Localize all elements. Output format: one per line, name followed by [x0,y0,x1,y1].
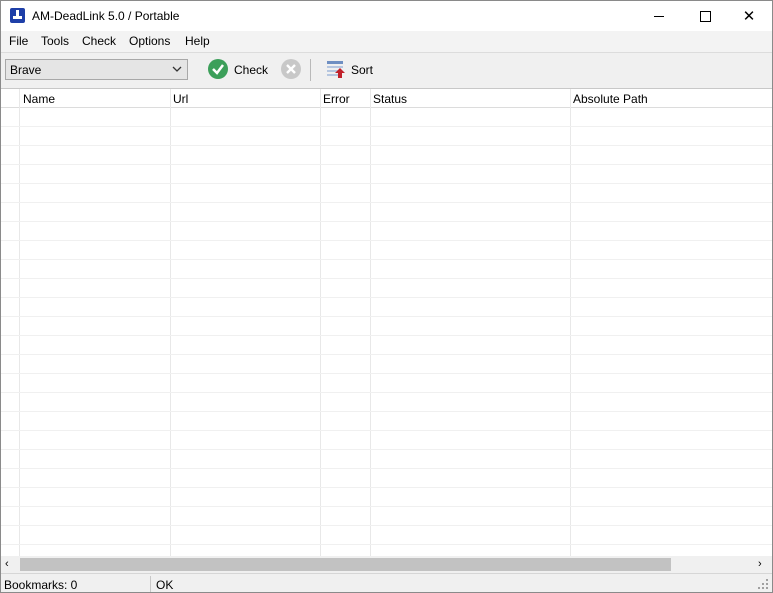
row-divider [1,373,772,374]
resize-grip-icon[interactable] [757,578,769,590]
toolbar: Brave Check Sort [1,52,772,89]
row-divider [1,240,772,241]
app-icon [10,8,25,23]
title-bar[interactable]: AM-DeadLink 5.0 / Portable ✕ [1,1,772,31]
menu-file[interactable]: File [9,34,28,48]
row-divider [1,487,772,488]
menu-tools[interactable]: Tools [41,34,69,48]
browser-select-value: Brave [10,63,42,77]
close-icon: ✕ [742,8,756,25]
sort-button-label[interactable]: Sort [351,63,373,77]
row-divider [1,411,772,412]
stop-circle-icon[interactable] [281,59,301,79]
bookmark-table[interactable]: Name Url Error Status Absolute Path [1,88,772,557]
close-button[interactable]: ✕ [726,1,772,31]
column-header-status[interactable]: Status [373,92,407,106]
app-window: AM-DeadLink 5.0 / Portable ✕ File Tools … [0,0,773,593]
row-divider [1,335,772,336]
sort-icon[interactable] [326,60,346,78]
maximize-button[interactable] [682,1,728,31]
row-divider [1,183,772,184]
check-circle-icon[interactable] [208,59,228,79]
row-divider [1,392,772,393]
scroll-right-icon[interactable]: › [758,558,762,570]
row-divider [1,316,772,317]
bookmark-count: Bookmarks: 0 [4,578,78,592]
row-divider [1,449,772,450]
column-header-absolute-path[interactable]: Absolute Path [573,92,648,106]
row-divider [1,145,772,146]
row-divider [1,278,772,279]
row-divider [1,126,772,127]
row-divider [1,430,772,431]
menu-check[interactable]: Check [82,34,116,48]
check-button-label[interactable]: Check [234,63,268,77]
chevron-down-icon [172,66,182,72]
row-divider [1,468,772,469]
minimize-button[interactable] [636,1,682,31]
row-divider [1,354,772,355]
browser-select[interactable]: Brave [5,59,188,80]
column-header-name[interactable]: Name [23,92,55,106]
row-divider [1,544,772,545]
row-divider [1,202,772,203]
column-header-url[interactable]: Url [173,92,188,106]
horizontal-scrollbar[interactable]: ‹ › [1,556,772,573]
row-divider [1,259,772,260]
column-header-error[interactable]: Error [323,92,350,106]
table-header: Name Url Error Status Absolute Path [1,89,772,108]
row-divider [1,525,772,526]
scrollbar-thumb[interactable] [20,558,671,571]
scroll-left-icon[interactable]: ‹ [5,558,9,570]
row-divider [1,221,772,222]
menu-help[interactable]: Help [185,34,210,48]
window-title: AM-DeadLink 5.0 / Portable [32,9,180,23]
menu-bar: File Tools Check Options Help [1,31,772,52]
row-divider [1,506,772,507]
toolbar-separator [310,59,311,81]
status-divider [150,576,151,592]
row-divider [1,164,772,165]
maximize-icon [699,10,711,22]
status-message: OK [156,578,174,592]
menu-options[interactable]: Options [129,34,170,48]
minimize-icon [654,15,664,17]
row-divider [1,297,772,298]
status-bar: Bookmarks: 0 OK [1,573,772,592]
